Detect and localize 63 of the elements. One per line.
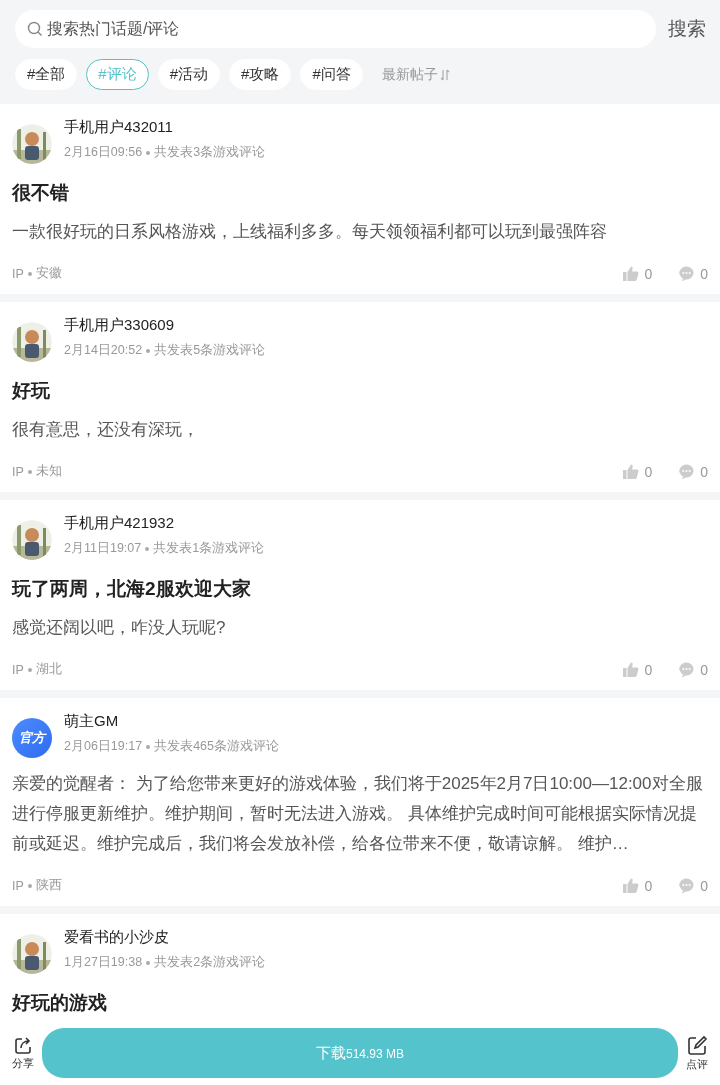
user-name: 萌主GM [64,712,120,731]
thumbs-up-icon [622,265,640,282]
comment-icon [678,661,696,678]
review-count: 共发表3条游戏评论 [154,144,266,161]
user-name: 手机用户432011 [64,118,174,137]
edit-icon [686,1034,708,1057]
post-title: 好玩的游戏 [12,991,108,1015]
share-button[interactable]: 分享 [12,1035,34,1071]
comment-button[interactable]: 0 [678,463,708,480]
comment-icon [678,265,696,282]
search-icon [27,21,43,37]
comment-button[interactable]: 0 [678,265,708,282]
search-field[interactable]: 搜索热门话题/评论 [15,10,656,48]
user-name: 手机用户330609 [64,316,176,335]
like-button[interactable]: 0 [622,877,653,894]
tag-chip[interactable]: #攻略 [229,59,292,90]
user-name: 手机用户421932 [64,514,176,533]
ip-region: 湖北 [35,661,62,678]
post-date: 2月11日19:07 [64,540,142,557]
share-icon [13,1035,33,1056]
ip-region: 陕西 [35,877,62,894]
tag-chip[interactable]: #活动 [157,59,221,90]
thumbs-up-icon [622,661,640,678]
search-button[interactable]: 搜索 [668,16,706,42]
like-button[interactable]: 0 [622,463,653,480]
post-date: 2月14日20:52 [64,342,143,359]
official-avatar: 官方 [12,718,52,758]
tag-chip[interactable]: #问答 [300,59,363,90]
post-title: 很不错 [12,181,70,205]
post-body: 感觉还阔以吧，咋没人玩呢? [12,617,227,639]
download-button[interactable]: 下载514.93 MB [42,1028,678,1078]
review-count: 共发表465条游戏评论 [154,738,279,755]
ip-region: 未知 [35,463,62,480]
comment-icon [678,877,696,894]
post-title: 好玩 [12,379,51,403]
ip-label: IP [12,464,24,479]
post-date: 1月27日19:38 [64,954,143,971]
like-button[interactable]: 0 [622,265,653,282]
ip-label: IP [12,662,24,677]
ip-region: 安徽 [35,265,62,282]
review-count: 共发表1条游戏评论 [153,540,265,557]
tag-chip[interactable]: #全部 [15,59,78,90]
comment-button[interactable]: 0 [678,877,708,894]
post-title: 玩了两周，北海2服欢迎大家 [12,577,252,601]
sort-icon [439,68,450,81]
review-count: 共发表2条游戏评论 [154,954,266,971]
user-name: 爱看书的小沙皮 [64,928,170,947]
post-body: 很有意思，还没有深玩， [12,419,200,441]
thumbs-up-icon [622,463,640,480]
thumbs-up-icon [622,877,640,894]
comment-button[interactable]: 0 [678,661,708,678]
sort-button[interactable]: 最新帖子 [371,65,450,84]
post-body: 亲爱的觉醒者： 为了给您带来更好的游戏体验，我们将于2025年2月7日10:00—12:00对全服进行停服更新维护。维护期间，暂时无法进入游戏。 具体维护完成时间可能根据实际情况提前或延迟。维护完成后，我们将会发放补偿，给各位带来不便，敬请谅解。 维护… [12,773,704,855]
review-count: 共发表5条游戏评论 [154,342,266,359]
like-button[interactable]: 0 [622,661,653,678]
ip-label: IP [12,266,24,281]
post-date: 2月06日19:17 [64,738,143,755]
tag-chip[interactable]: #评论 [86,59,149,90]
review-button[interactable]: 点评 [686,1034,708,1072]
comment-icon [678,463,696,480]
post-date: 2月16日09:56 [64,144,143,161]
post-body: 一款很好玩的日系风格游戏，上线福利多多。每天领领福利都可以玩到最强阵容 [12,221,608,243]
ip-label: IP [12,878,24,893]
